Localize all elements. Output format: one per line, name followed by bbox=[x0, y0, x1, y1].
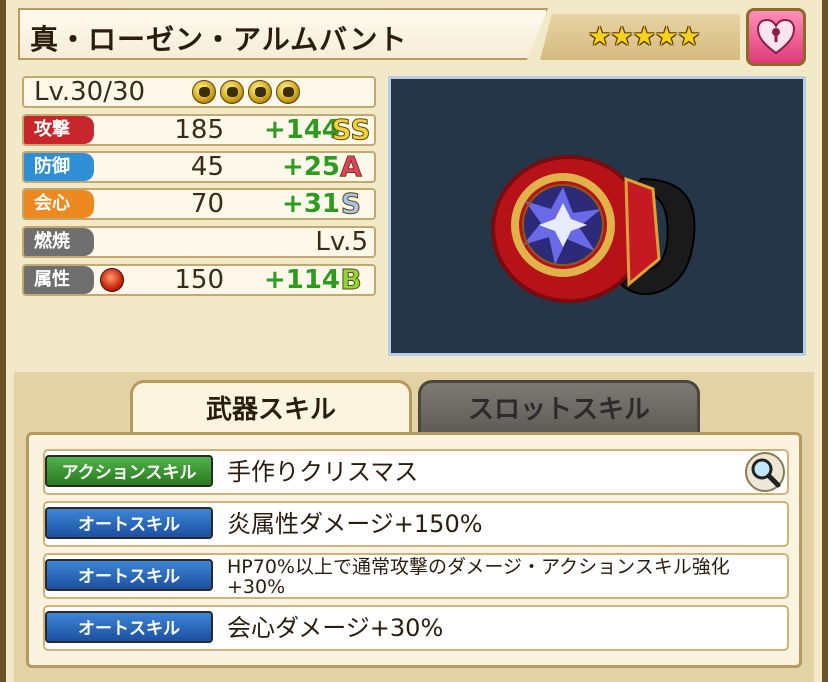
stat-grade: S bbox=[340, 187, 362, 220]
upgrade-orb-icon bbox=[192, 80, 216, 104]
skill-text: 炎属性ダメージ+150% bbox=[227, 510, 483, 538]
skill-type-badge: アクションスキル bbox=[45, 455, 213, 487]
level-row: Lv.30/30 bbox=[22, 76, 376, 108]
stat-base-value: 185 bbox=[174, 115, 224, 145]
skill-type-badge: オートスキル bbox=[45, 559, 213, 591]
stat-label: 防御 bbox=[24, 153, 94, 181]
stat-row-attack: 攻撃 185 +144 SS bbox=[22, 113, 376, 146]
stat-grade: B bbox=[340, 263, 362, 296]
stat-bonus-value: +144 bbox=[263, 115, 340, 145]
tab-weapon-skill[interactable]: 武器スキル bbox=[130, 380, 412, 436]
skill-type-badge: オートスキル bbox=[45, 611, 213, 643]
skill-row-auto: オートスキル HP70%以上で通常攻撃のダメージ・アクションスキル強化+30% bbox=[43, 553, 789, 599]
stat-row-element: 属性 150 +114 B bbox=[22, 263, 376, 296]
stat-grade: A bbox=[340, 150, 363, 183]
stat-row-defense: 防御 45 +25 A bbox=[22, 150, 376, 183]
item-name: 真・ローゼン・アルムバント bbox=[30, 23, 408, 56]
skill-row-auto: オートスキル 会心ダメージ+30% bbox=[43, 605, 789, 651]
stat-base-value: 70 bbox=[190, 189, 224, 219]
stat-label: 属性 bbox=[24, 266, 94, 294]
upgrade-orb-icon bbox=[220, 80, 244, 104]
skill-type-badge: オートスキル bbox=[45, 507, 213, 539]
favorite-lock-button[interactable] bbox=[746, 8, 806, 66]
tab-slot-skill[interactable]: スロットスキル bbox=[418, 380, 700, 436]
stat-label: 会心 bbox=[24, 190, 94, 218]
title-bar: 真・ローゼン・アルムバント bbox=[18, 8, 548, 60]
stat-bonus-value: +31 bbox=[282, 189, 340, 219]
heart-lock-icon bbox=[756, 18, 796, 55]
stat-row-burn: 燃焼 Lv.5 bbox=[22, 226, 376, 258]
skill-row-action: アクションスキル 手作りクリスマス bbox=[43, 449, 789, 495]
skill-text: 会心ダメージ+30% bbox=[227, 614, 444, 642]
skill-list-panel: アクションスキル 手作りクリスマス オートスキル 炎属性ダメージ+150% オー… bbox=[26, 432, 802, 668]
stat-base-value: 150 bbox=[174, 265, 224, 295]
skill-text: HP70%以上で通常攻撃のダメージ・アクションスキル強化+30% bbox=[227, 556, 730, 598]
stat-row-critical: 会心 70 +31 S bbox=[22, 187, 376, 220]
rarity-stars: ★★★★★ bbox=[588, 22, 701, 52]
skill-detail-button[interactable] bbox=[745, 452, 785, 492]
stat-label: 燃焼 bbox=[24, 228, 94, 256]
ring-image bbox=[491, 155, 696, 303]
skill-text: 手作りクリスマス bbox=[227, 458, 419, 486]
burn-level: Lv.5 bbox=[315, 227, 368, 257]
upgrade-orb-icon bbox=[248, 80, 272, 104]
item-image-panel bbox=[388, 76, 806, 356]
upgrade-orb-icon bbox=[276, 80, 300, 104]
fire-element-icon bbox=[100, 268, 124, 292]
magnifier-icon bbox=[751, 458, 781, 488]
stat-base-value: 45 bbox=[190, 152, 224, 182]
stat-grade: SS bbox=[331, 113, 371, 146]
skill-row-auto: オートスキル 炎属性ダメージ+150% bbox=[43, 501, 789, 547]
stat-bonus-value: +114 bbox=[263, 265, 340, 295]
level-text: Lv.30/30 bbox=[34, 77, 146, 107]
stat-label: 攻撃 bbox=[24, 116, 94, 144]
stat-bonus-value: +25 bbox=[282, 152, 340, 182]
